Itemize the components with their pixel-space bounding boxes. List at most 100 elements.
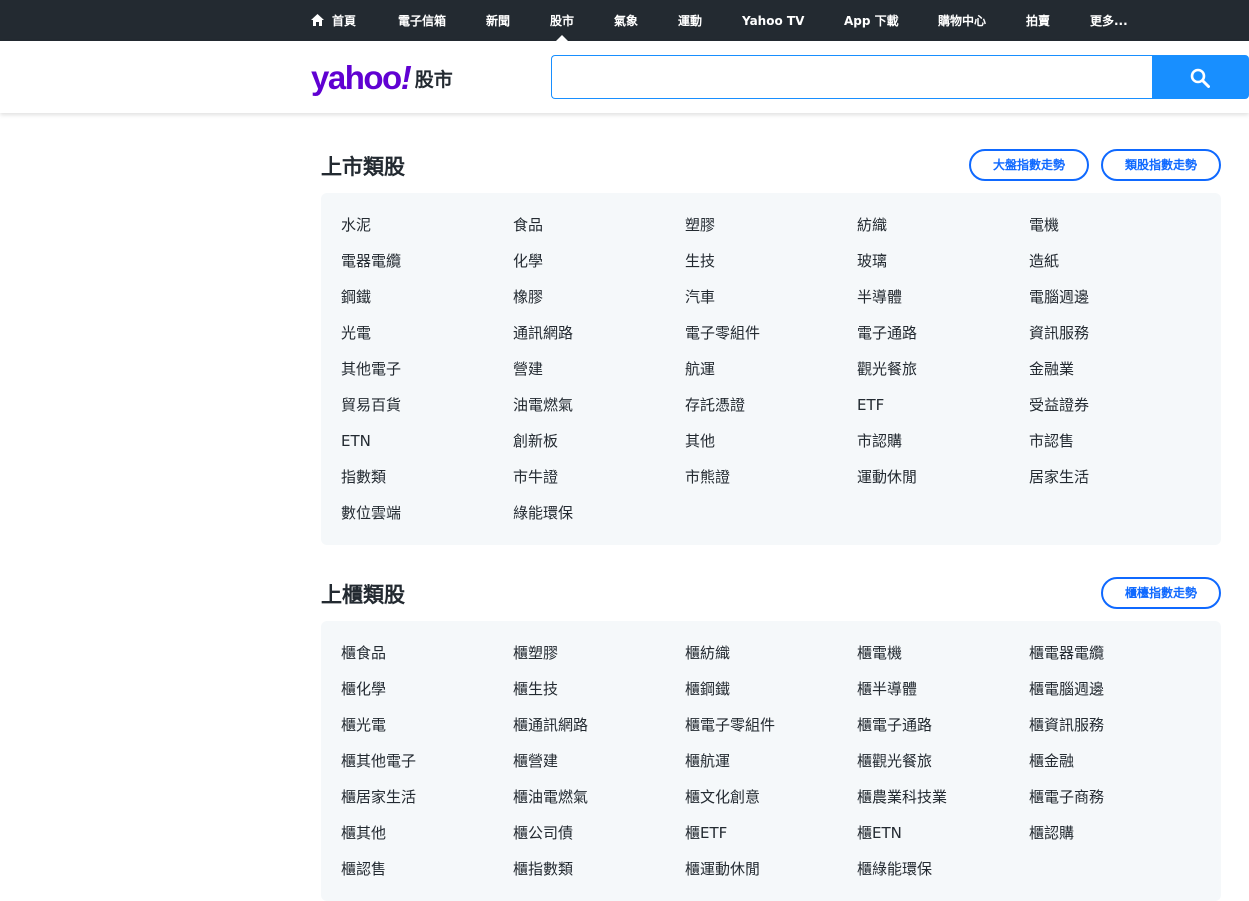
sector-link[interactable]: 櫃金融 (1029, 743, 1201, 779)
sector-link[interactable]: 電子通路 (857, 315, 1029, 351)
sector-link[interactable]: 櫃ETF (685, 815, 857, 851)
sector-link[interactable]: 櫃電機 (857, 635, 1029, 671)
sector-link[interactable]: 食品 (513, 207, 685, 243)
sector-link[interactable]: 櫃資訊服務 (1029, 707, 1201, 743)
nav-item-more[interactable]: 更多... (1090, 0, 1128, 41)
sector-link[interactable]: 櫃運動休閒 (685, 851, 857, 887)
sector-link[interactable]: 紡織 (857, 207, 1029, 243)
sector-link[interactable]: 觀光餐旅 (857, 351, 1029, 387)
sector-link[interactable]: 櫃紡織 (685, 635, 857, 671)
sector-link[interactable]: 通訊網路 (513, 315, 685, 351)
sector-link[interactable]: 塑膠 (685, 207, 857, 243)
sector-link[interactable]: 櫃綠能環保 (857, 851, 1029, 887)
sector-link[interactable]: 運動休閒 (857, 459, 1029, 495)
sector-link[interactable]: 櫃公司債 (513, 815, 685, 851)
sector-link[interactable]: 貿易百貨 (341, 387, 513, 423)
sector-link[interactable]: 玻璃 (857, 243, 1029, 279)
logo-exclamation: ! (400, 59, 412, 96)
sector-link[interactable]: 指數類 (341, 459, 513, 495)
sector-link[interactable]: 櫃食品 (341, 635, 513, 671)
nav-item-mail[interactable]: 電子信箱 (398, 0, 446, 41)
sector-link[interactable]: 鋼鐵 (341, 279, 513, 315)
sector-link[interactable]: 半導體 (857, 279, 1029, 315)
sector-link[interactable]: ETN (341, 423, 513, 459)
yahoo-finance-logo[interactable]: yahoo! 股市 (311, 59, 453, 99)
nav-item-home[interactable]: 首頁 (311, 0, 356, 41)
sector-link[interactable]: 綠能環保 (513, 495, 685, 531)
sector-link[interactable]: 汽車 (685, 279, 857, 315)
sector-link[interactable]: 生技 (685, 243, 857, 279)
sector-link[interactable]: 櫃電腦週邊 (1029, 671, 1201, 707)
search-input[interactable] (551, 55, 1153, 99)
sector-link[interactable]: 櫃半導體 (857, 671, 1029, 707)
otc-sectors-panel: 櫃食品 櫃塑膠 櫃紡織 櫃電機 櫃電器電纜櫃化學 櫃生技 櫃鋼鐵 櫃半導體 櫃電腦週邊櫃光電 櫃通… (321, 621, 1221, 901)
sector-link[interactable]: 櫃電子通路 (857, 707, 1029, 743)
nav-item-news[interactable]: 新聞 (486, 0, 510, 41)
sector-link[interactable]: 其他電子 (341, 351, 513, 387)
sector-link[interactable]: 市熊證 (685, 459, 857, 495)
sector-link[interactable]: 創新板 (513, 423, 685, 459)
sector-link[interactable]: 受益證券 (1029, 387, 1201, 423)
sector-link[interactable]: 櫃營建 (513, 743, 685, 779)
sector-link[interactable]: 光電 (341, 315, 513, 351)
sector-link[interactable]: 油電燃氣 (513, 387, 685, 423)
otc-index-trend-button[interactable]: 櫃檯指數走勢 (1101, 577, 1221, 609)
nav-item-finance[interactable]: 股市 (550, 0, 574, 41)
sector-link[interactable]: 水泥 (341, 207, 513, 243)
sector-link[interactable]: 櫃光電 (341, 707, 513, 743)
listed-sectors-panel: 水泥 食品 塑膠 紡織 電機電器電纜 化學 生技 玻璃 造紙鋼鐵 橡膠 汽車 半導體 電腦週邊光電 通訊網… (321, 193, 1221, 545)
sector-link[interactable]: 市認購 (857, 423, 1029, 459)
sector-link[interactable]: 化學 (513, 243, 685, 279)
sector-link[interactable]: 櫃油電燃氣 (513, 779, 685, 815)
nav-item-auction[interactable]: 拍賣 (1026, 0, 1050, 41)
search-button[interactable] (1152, 55, 1249, 99)
home-icon (311, 14, 324, 26)
sector-link[interactable]: 櫃其他電子 (341, 743, 513, 779)
sector-link[interactable]: 櫃農業科技業 (857, 779, 1029, 815)
sector-link[interactable]: 櫃認購 (1029, 815, 1201, 851)
market-index-trend-button[interactable]: 大盤指數走勢 (969, 149, 1089, 181)
sector-link[interactable]: 橡膠 (513, 279, 685, 315)
nav-item-sports[interactable]: 運動 (678, 0, 702, 41)
sector-link[interactable]: ETF (857, 387, 1029, 423)
sector-link[interactable]: 市牛證 (513, 459, 685, 495)
sector-link[interactable]: 數位雲端 (341, 495, 513, 531)
sector-link[interactable]: 櫃鋼鐵 (685, 671, 857, 707)
sector-link[interactable]: 櫃文化創意 (685, 779, 857, 815)
sector-link[interactable]: 櫃電子商務 (1029, 779, 1201, 815)
sector-link[interactable]: 金融業 (1029, 351, 1201, 387)
sector-link[interactable]: 櫃生技 (513, 671, 685, 707)
sector-index-trend-button[interactable]: 類股指數走勢 (1101, 149, 1221, 181)
sector-link[interactable]: 櫃電器電纜 (1029, 635, 1201, 671)
sector-link[interactable]: 櫃其他 (341, 815, 513, 851)
sector-link[interactable]: 櫃電子零組件 (685, 707, 857, 743)
sector-link[interactable]: 航運 (685, 351, 857, 387)
top-navigation-bar: 首頁 電子信箱 新聞 股市 氣象 運動 Yahoo TV App 下載 購物中心… (0, 0, 1249, 41)
nav-item-shopping[interactable]: 購物中心 (938, 0, 986, 41)
nav-item-label: 首頁 (332, 14, 357, 28)
sector-link[interactable]: 電子零組件 (685, 315, 857, 351)
sector-link[interactable]: 櫃航運 (685, 743, 857, 779)
sector-link[interactable]: 市認售 (1029, 423, 1201, 459)
nav-item-weather[interactable]: 氣象 (614, 0, 638, 41)
sector-link[interactable]: 櫃化學 (341, 671, 513, 707)
nav-item-app-download[interactable]: App 下載 (844, 0, 899, 41)
sector-link[interactable]: 居家生活 (1029, 459, 1201, 495)
sector-link[interactable]: 櫃塑膠 (513, 635, 685, 671)
sector-link[interactable]: 電器電纜 (341, 243, 513, 279)
sector-link[interactable]: 其他 (685, 423, 857, 459)
sector-link[interactable]: 櫃觀光餐旅 (857, 743, 1029, 779)
sector-link[interactable]: 存託憑證 (685, 387, 857, 423)
sector-link[interactable]: 電腦週邊 (1029, 279, 1201, 315)
sector-link[interactable]: 櫃通訊網路 (513, 707, 685, 743)
sector-link[interactable]: 櫃指數類 (513, 851, 685, 887)
sector-link[interactable]: 櫃ETN (857, 815, 1029, 851)
logo-wordmark: yahoo (311, 59, 402, 96)
sector-link[interactable]: 造紙 (1029, 243, 1201, 279)
sector-link[interactable]: 櫃認售 (341, 851, 513, 887)
sector-link[interactable]: 營建 (513, 351, 685, 387)
sector-link[interactable]: 資訊服務 (1029, 315, 1201, 351)
nav-item-yahoo-tv[interactable]: Yahoo TV (742, 0, 804, 41)
sector-link[interactable]: 櫃居家生活 (341, 779, 513, 815)
sector-link[interactable]: 電機 (1029, 207, 1201, 243)
